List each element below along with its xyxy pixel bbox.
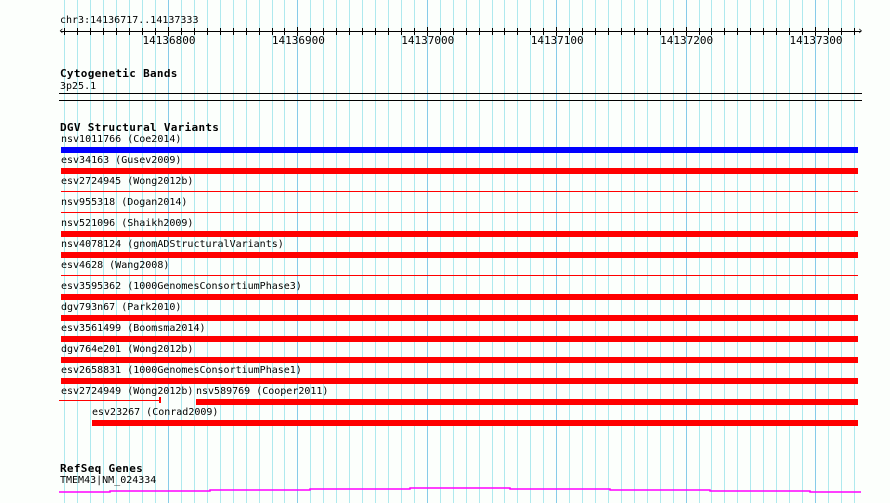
- ruler-tick: [336, 28, 337, 35]
- variant-bar[interactable]: [92, 420, 858, 426]
- ruler-tick: [349, 28, 350, 35]
- ruler-tick: [466, 28, 467, 35]
- variant-bar[interactable]: [61, 357, 858, 363]
- variant-label[interactable]: esv3595362 (1000GenomesConsortiumPhase3): [61, 281, 302, 293]
- variant-bar[interactable]: [196, 399, 858, 405]
- variant-label[interactable]: esv2724945 (Wong2012b): [61, 176, 193, 188]
- ruler-tick: [233, 28, 234, 35]
- ruler-tick-label: 14136900: [271, 34, 325, 47]
- gene-line: [59, 487, 861, 493]
- variant-line[interactable]: [61, 191, 858, 192]
- variant-label[interactable]: esv3561499 (Boomsma2014): [61, 323, 206, 335]
- variant-line[interactable]: [61, 275, 858, 276]
- ruler-tick: [259, 28, 260, 35]
- ruler-tick: [388, 28, 389, 35]
- ruler-tick: [647, 28, 648, 35]
- variant-label[interactable]: nsv521096 (Shaikh2009): [61, 218, 193, 230]
- variant-label[interactable]: esv4628 (Wang2008): [61, 260, 169, 272]
- dgv-track-title: DGV Structural Variants: [60, 121, 220, 134]
- variant-bar[interactable]: [61, 378, 858, 384]
- ruler-tick: [504, 28, 505, 35]
- cytogenetic-bands-title: Cytogenetic Bands: [60, 67, 178, 80]
- ruler-tick: [608, 28, 609, 35]
- location-label: chr3:14136717..14137333: [60, 15, 199, 26]
- variant-label[interactable]: nsv589769 (Cooper2011): [196, 386, 328, 398]
- variant-line[interactable]: [59, 400, 160, 401]
- variant-bar[interactable]: [61, 294, 858, 300]
- variant-label[interactable]: dgv793n67 (Park2010): [61, 302, 181, 314]
- variant-line[interactable]: [61, 212, 858, 213]
- ruler-tick: [724, 28, 725, 35]
- ruler-tick: [246, 28, 247, 35]
- variant-label[interactable]: nsv1011766 (Coe2014): [61, 134, 181, 146]
- ruler-tick: [492, 28, 493, 35]
- ruler-tick: [362, 28, 363, 35]
- variant-bar[interactable]: [61, 315, 858, 321]
- variant-bar[interactable]: [61, 252, 858, 258]
- variant-label[interactable]: esv23267 (Conrad2009): [92, 407, 218, 419]
- ruler-tick: [375, 28, 376, 35]
- ruler-tick: [64, 28, 65, 35]
- variant-label[interactable]: esv34163 (Gusev2009): [61, 155, 181, 167]
- ruler-tick: [737, 28, 738, 35]
- ruler-tick: [116, 28, 117, 35]
- ruler-tick: [77, 28, 78, 35]
- variant-bar[interactable]: [61, 231, 858, 237]
- ruler-tick-label: 14137200: [660, 34, 714, 47]
- ruler-tick: [103, 28, 104, 35]
- refseq-track-title: RefSeq Genes: [60, 462, 144, 475]
- scroll-right-arrow-icon[interactable]: ›: [857, 24, 864, 37]
- refseq-gene-model[interactable]: [0, 480, 890, 500]
- variant-label[interactable]: nsv4078124 (gnomADStructuralVariants): [61, 239, 284, 251]
- ruler-tick-label: 14136800: [142, 34, 196, 47]
- ruler-tick: [129, 28, 130, 35]
- ruler-tick-label: 14137300: [789, 34, 843, 47]
- ruler-tick-label: 14137100: [530, 34, 584, 47]
- ruler-tick: [479, 28, 480, 35]
- variant-bar[interactable]: [61, 336, 858, 342]
- variant-label[interactable]: esv2658831 (1000GenomesConsortiumPhase1): [61, 365, 302, 377]
- ruler-tick: [634, 28, 635, 35]
- cytoband-label: 3p25.1: [60, 81, 97, 92]
- ruler-tick: [621, 28, 622, 35]
- ruler-tick-label: 14137000: [401, 34, 455, 47]
- variant-label[interactable]: nsv955318 (Dogan2014): [61, 197, 187, 209]
- ruler-tick: [517, 28, 518, 35]
- variant-bar[interactable]: [61, 147, 858, 153]
- cytoband-line-top: [59, 93, 862, 94]
- variant-label[interactable]: dgv764e201 (Wong2012b): [61, 344, 193, 356]
- ruler-tick: [207, 28, 208, 35]
- ruler-tick: [595, 28, 596, 35]
- cytoband-line-bottom: [59, 100, 862, 101]
- ruler-tick: [220, 28, 221, 35]
- ruler-tick: [750, 28, 751, 35]
- ruler-tick: [854, 28, 855, 35]
- ruler-tick: [763, 28, 764, 35]
- variant-label[interactable]: esv2724949 (Wong2012b): [61, 386, 193, 398]
- variant-bar[interactable]: [61, 168, 858, 174]
- ruler-tick: [776, 28, 777, 35]
- ruler-tick: [90, 28, 91, 35]
